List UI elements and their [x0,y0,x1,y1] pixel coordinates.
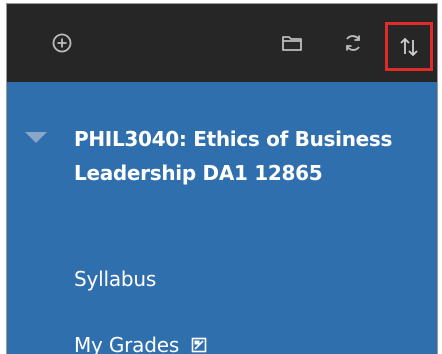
course-menu-panel: PHIL3040: Ethics of Business Leadership … [6,3,438,354]
refresh-icon [346,35,360,51]
menu-item-syllabus[interactable]: Syllabus [74,266,156,292]
sort-arrows-icon [400,37,418,56]
external-link-icon [191,337,207,353]
course-menu-toolbar [7,4,437,82]
menu-item-label: Syllabus [74,267,157,291]
folder-icon [282,36,302,51]
plus-circle-icon [52,33,72,53]
course-title[interactable]: PHIL3040: Ethics of Business Leadership … [74,122,414,190]
reorder-menu-button[interactable] [385,22,433,71]
refresh-button[interactable] [338,28,368,58]
course-menu: PHIL3040: Ethics of Business Leadership … [7,82,437,354]
add-menu-item-button[interactable] [47,28,77,58]
expand-caret-icon[interactable] [25,132,47,143]
menu-item-my-grades[interactable]: My Grades [74,332,207,354]
folder-view-button[interactable] [277,28,307,58]
menu-item-label: My Grades [74,333,180,354]
